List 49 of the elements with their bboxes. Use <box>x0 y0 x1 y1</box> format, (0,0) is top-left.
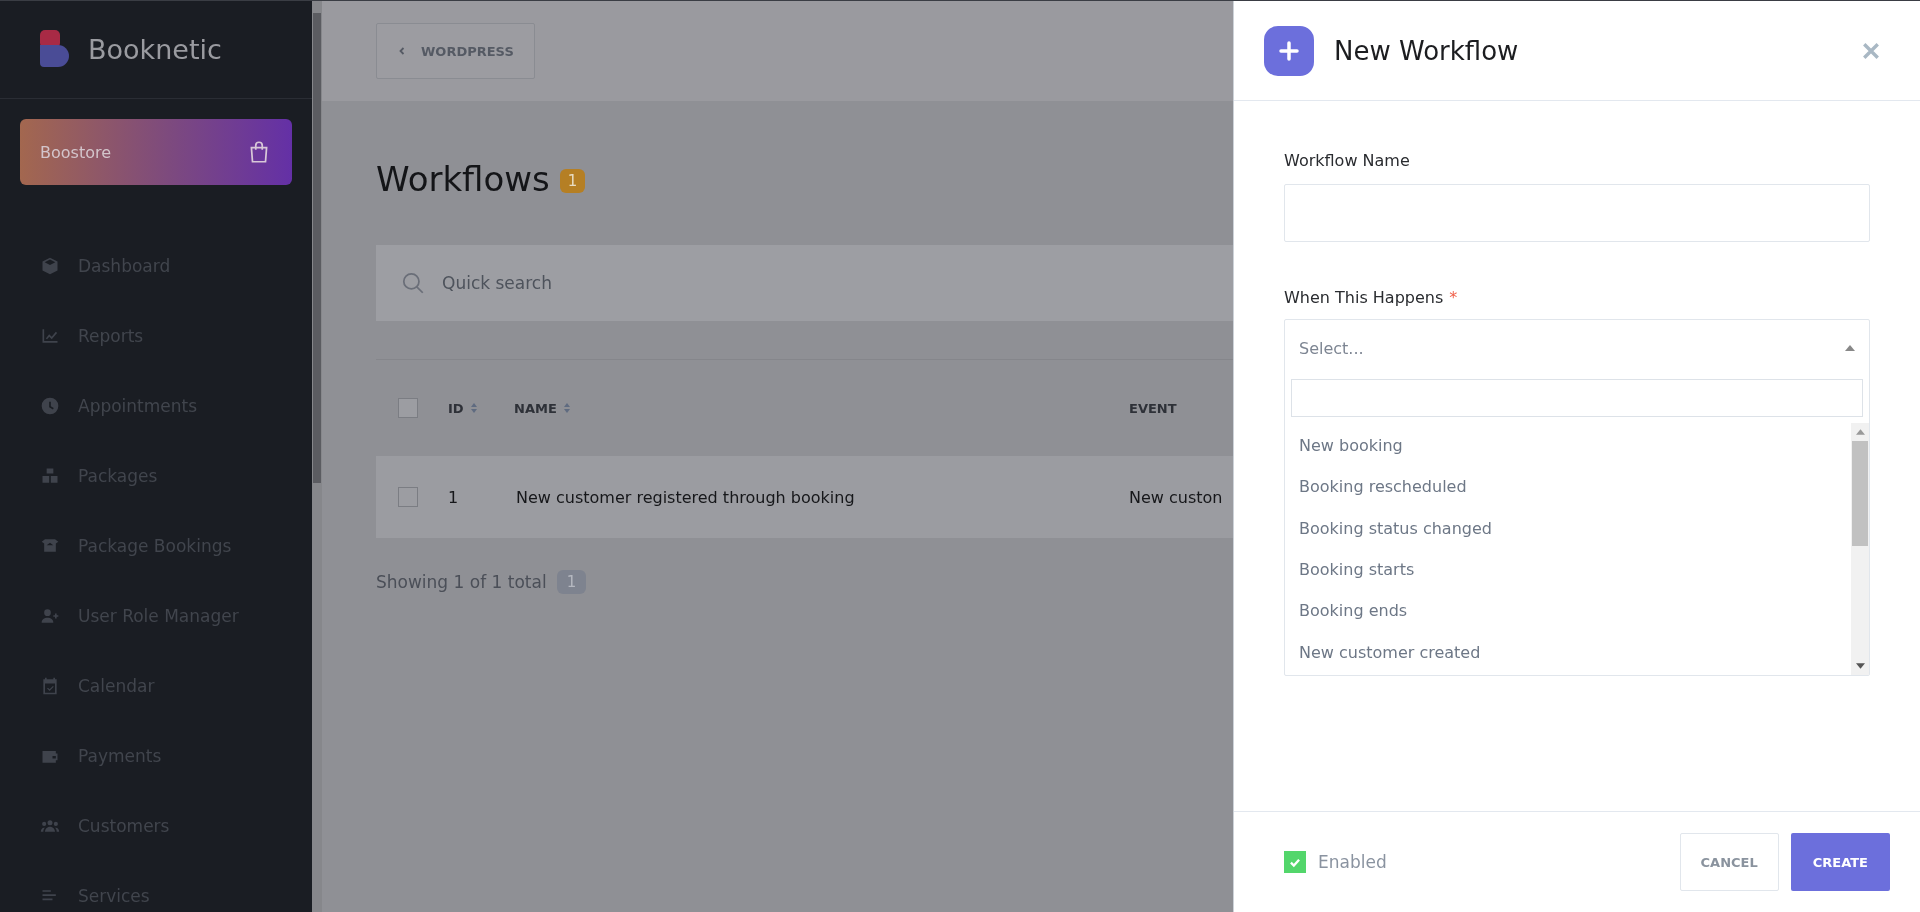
logo-icon <box>40 29 72 70</box>
table-cell-text: New customer registered through booking <box>515 487 856 507</box>
scroll-up-arrow-icon[interactable] <box>1855 429 1865 435</box>
cancel-button[interactable]: CANCEL <box>1679 833 1779 891</box>
store-button[interactable]: Boostore <box>20 119 292 185</box>
dropdown-option[interactable]: Booking ends <box>1285 590 1851 632</box>
checkbox[interactable] <box>398 487 418 507</box>
checkbox[interactable] <box>398 398 418 418</box>
chevron-left-icon <box>397 46 407 56</box>
page-title: Workflows <box>376 159 550 199</box>
brand-name: Booknetic <box>88 34 222 65</box>
menu-icon <box>40 676 60 696</box>
back-button[interactable]: WORDPRESS <box>376 23 535 79</box>
field-label: When This Happens <box>1284 288 1444 307</box>
dropdown-option[interactable]: New customer created <box>1285 631 1851 673</box>
dropdown-option[interactable]: New booking <box>1285 425 1851 467</box>
dropdown-search-field[interactable] <box>1291 379 1863 417</box>
table-cell-text: 1 <box>448 487 460 507</box>
scrollbar[interactable] <box>1851 423 1869 675</box>
select-dropdown[interactable]: Select... New booking Booking rescheduled Booking status changed Booking starts Booking ends New customer created <box>1284 319 1870 676</box>
scroll-down-arrow-icon[interactable] <box>1855 663 1865 669</box>
column-header[interactable]: EVENT <box>1129 400 1233 416</box>
scrollbar[interactable] <box>312 1 322 912</box>
dropdown-option[interactable]: Booking status changed <box>1285 507 1851 549</box>
plus-icon <box>1264 25 1314 76</box>
table-cell-text: New custon <box>1129 487 1224 507</box>
dropdown-option[interactable]: Booking rescheduled <box>1285 466 1851 508</box>
panel-title: New Workflow <box>1334 35 1520 66</box>
select-placeholder: Select... <box>1299 338 1364 358</box>
field-label: Workflow Name <box>1284 151 1411 170</box>
dropdown-option[interactable]: Booking starts <box>1285 548 1851 591</box>
create-button[interactable]: CREATE <box>1790 833 1890 891</box>
close-icon[interactable] <box>1862 41 1880 60</box>
search-field[interactable]: Quick search <box>376 245 1233 321</box>
showing-text: Showing 1 of 1 total <box>376 572 547 592</box>
table-row[interactable]: 1 New customer registered through booking New custon <box>376 456 1233 538</box>
checkbox[interactable] <box>1284 851 1306 873</box>
search-icon <box>400 270 426 296</box>
column-header[interactable]: ID <box>448 400 514 416</box>
required-mark: * <box>1449 288 1458 307</box>
column-header[interactable]: NAME <box>514 400 1129 416</box>
menu-icon <box>40 606 60 626</box>
menu-icon <box>40 466 60 486</box>
input-field[interactable] <box>1284 184 1870 242</box>
menu-icon <box>40 326 60 346</box>
menu-icon <box>40 396 60 416</box>
checkbox-label: Enabled <box>1318 852 1387 872</box>
menu-icon <box>40 256 60 276</box>
count-badge: 1 <box>559 169 586 193</box>
